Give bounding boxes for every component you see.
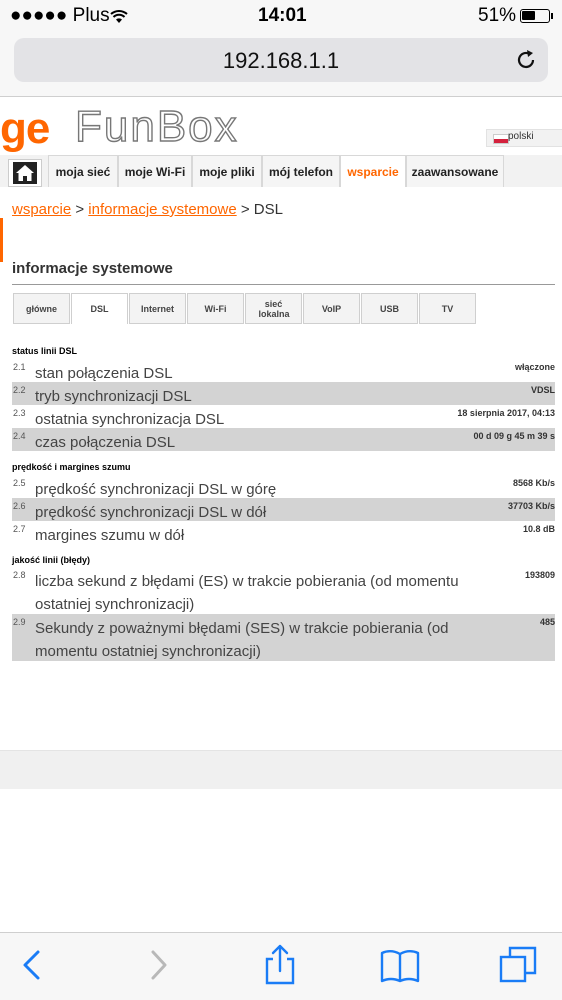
breadcrumb-link-wsparcie[interactable]: wsparcie [12, 201, 71, 218]
group-heading-speed: prędkość i margines szumu [12, 462, 131, 472]
nav-moje-pliki[interactable]: moje pliki [192, 155, 262, 187]
clock: 14:01 [258, 5, 307, 26]
breadcrumb-separator: > [71, 201, 89, 218]
breadcrumb-link-informacje[interactable]: informacje systemowe [88, 201, 236, 218]
table-row: 2.8 liczba sekund z błędami (ES) w trakc… [12, 567, 555, 614]
row-value: 193809 [524, 570, 555, 580]
home-icon [13, 162, 37, 184]
tab-siec-lokalna[interactable]: sieć lokalna [245, 293, 302, 324]
table-row: 2.3 ostatnia synchronizacja DSL 18 sierp… [12, 405, 555, 428]
tab-siec-lokalna-label: sieć lokalna [258, 298, 290, 319]
battery-icon [520, 9, 550, 23]
wifi-icon [110, 10, 128, 23]
tab-glowne[interactable]: główne [13, 293, 70, 324]
brand-name: FunBox [74, 101, 239, 151]
reload-icon[interactable] [514, 48, 538, 72]
home-button[interactable] [8, 159, 42, 187]
status-bar: ●●●●● Plus 14:01 51% [0, 0, 562, 32]
main-nav: moja sieć moje Wi-Fi moje pliki mój tele… [0, 155, 562, 187]
tab-usb[interactable]: USB [361, 293, 418, 324]
table-row: 2.2 tryb synchronizacji DSL VDSL [12, 382, 555, 405]
row-value: 37703 Kb/s [507, 501, 555, 511]
url-text[interactable]: 192.168.1.1 [14, 48, 548, 74]
browser-address-area: 192.168.1.1 [0, 32, 562, 97]
tab-dsl[interactable]: DSL [71, 293, 128, 324]
table-row: 2.7 margines szumu w dół 10.8 dB [12, 521, 555, 544]
breadcrumb-separator: > [236, 201, 254, 218]
language-selector[interactable]: polski [486, 129, 562, 147]
battery-tip [551, 13, 553, 19]
row-number: 2.8 [13, 570, 26, 580]
tabs-icon[interactable] [497, 943, 541, 987]
table-row: 2.9 Sekundy z poważnymi błędami (SES) w … [12, 614, 555, 661]
carrier-label: ●●●●● Plus [10, 5, 110, 26]
row-number: 2.6 [13, 501, 26, 511]
brand-prefix: ge [0, 104, 50, 153]
tab-voip[interactable]: VoIP [303, 293, 360, 324]
page-footer-band [0, 750, 562, 789]
row-number: 2.9 [13, 617, 26, 627]
row-number: 2.3 [13, 408, 26, 418]
row-label: margines szumu w dół [35, 527, 185, 544]
browser-toolbar [0, 932, 562, 1000]
breadcrumb-current: DSL [253, 201, 283, 218]
nav-moja-siec[interactable]: moja sieć [48, 155, 118, 187]
row-value: VDSL [530, 385, 555, 395]
table-row: 2.4 czas połączenia DSL 00 d 09 g 45 m 3… [12, 428, 555, 451]
forward-icon[interactable] [136, 943, 180, 987]
row-number: 2.2 [13, 385, 26, 395]
title-divider [12, 284, 555, 285]
row-label: czas połączenia DSL [35, 434, 176, 451]
nav-wsparcie[interactable]: wsparcie [340, 155, 406, 187]
accent-marker [0, 218, 3, 262]
group-heading-status: status linii DSL [12, 346, 78, 356]
row-value: 10.8 dB [522, 524, 555, 534]
row-value: 485 [539, 617, 555, 627]
row-value: włączone [514, 362, 555, 372]
page-title: informacje systemowe [12, 260, 173, 277]
nav-zaawansowane[interactable]: zaawansowane [406, 155, 504, 187]
breadcrumb: wsparcie > informacje systemowe > DSL [12, 201, 283, 218]
row-label: Sekundy z poważnymi błędami (SES) w trak… [35, 620, 449, 660]
share-icon[interactable] [258, 943, 302, 987]
row-label: liczba sekund z błędami (ES) w trakcie p… [35, 573, 459, 613]
nav-moje-wifi[interactable]: moje Wi-Fi [118, 155, 192, 187]
group-heading-quality: jakość linii (błędy) [12, 555, 91, 565]
poland-flag-icon [493, 134, 509, 144]
row-number: 2.4 [13, 431, 26, 441]
nav-moj-telefon[interactable]: mój telefon [262, 155, 340, 187]
address-bar[interactable]: 192.168.1.1 [14, 38, 548, 82]
table-row: 2.5 prędkość synchronizacji DSL w górę 8… [12, 475, 555, 498]
bookmarks-icon[interactable] [378, 943, 422, 987]
row-value: 00 d 09 g 45 m 39 s [473, 431, 555, 441]
row-number: 2.7 [13, 524, 26, 534]
row-number: 2.5 [13, 478, 26, 488]
table-row: 2.1 stan połączenia DSL włączone [12, 359, 555, 382]
row-value: 18 sierpnia 2017, 04:13 [457, 408, 555, 418]
back-icon[interactable] [10, 943, 54, 987]
tab-wifi[interactable]: Wi-Fi [187, 293, 244, 324]
battery-percent: 51% [478, 5, 517, 26]
row-number: 2.1 [13, 362, 26, 372]
row-value: 8568 Kb/s [512, 478, 555, 488]
language-label: polski [508, 131, 534, 142]
table-row: 2.6 prędkość synchronizacji DSL w dół 37… [12, 498, 555, 521]
tab-tv[interactable]: TV [419, 293, 476, 324]
tab-internet[interactable]: Internet [129, 293, 186, 324]
